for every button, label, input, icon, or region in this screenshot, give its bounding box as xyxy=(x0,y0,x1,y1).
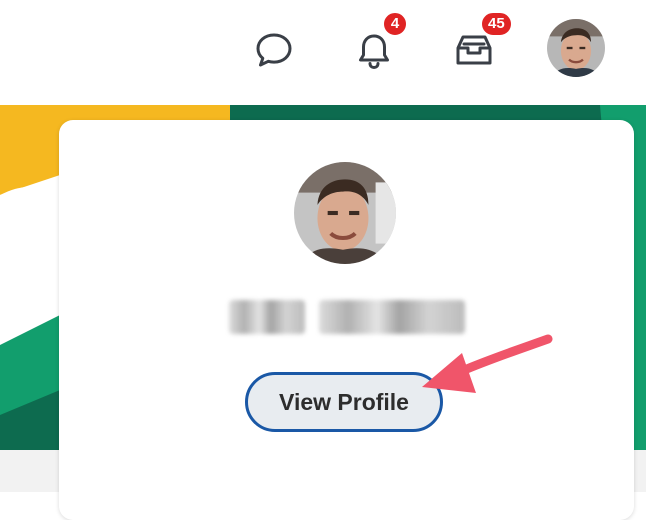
profile-avatar xyxy=(294,162,396,264)
top-bar: 4 45 xyxy=(0,0,646,105)
redacted-first-name xyxy=(229,300,305,334)
annotation-arrow xyxy=(422,334,553,393)
user-avatar-button[interactable] xyxy=(547,19,605,77)
user-avatar-photo xyxy=(547,19,605,77)
inbox-count-badge: 45 xyxy=(480,11,513,37)
notifications-count-badge: 4 xyxy=(382,11,408,37)
chat-button[interactable] xyxy=(252,29,296,69)
profile-card: View Profile xyxy=(59,120,634,520)
chat-bubble-icon xyxy=(256,33,292,67)
profile-avatar-photo xyxy=(294,162,396,264)
